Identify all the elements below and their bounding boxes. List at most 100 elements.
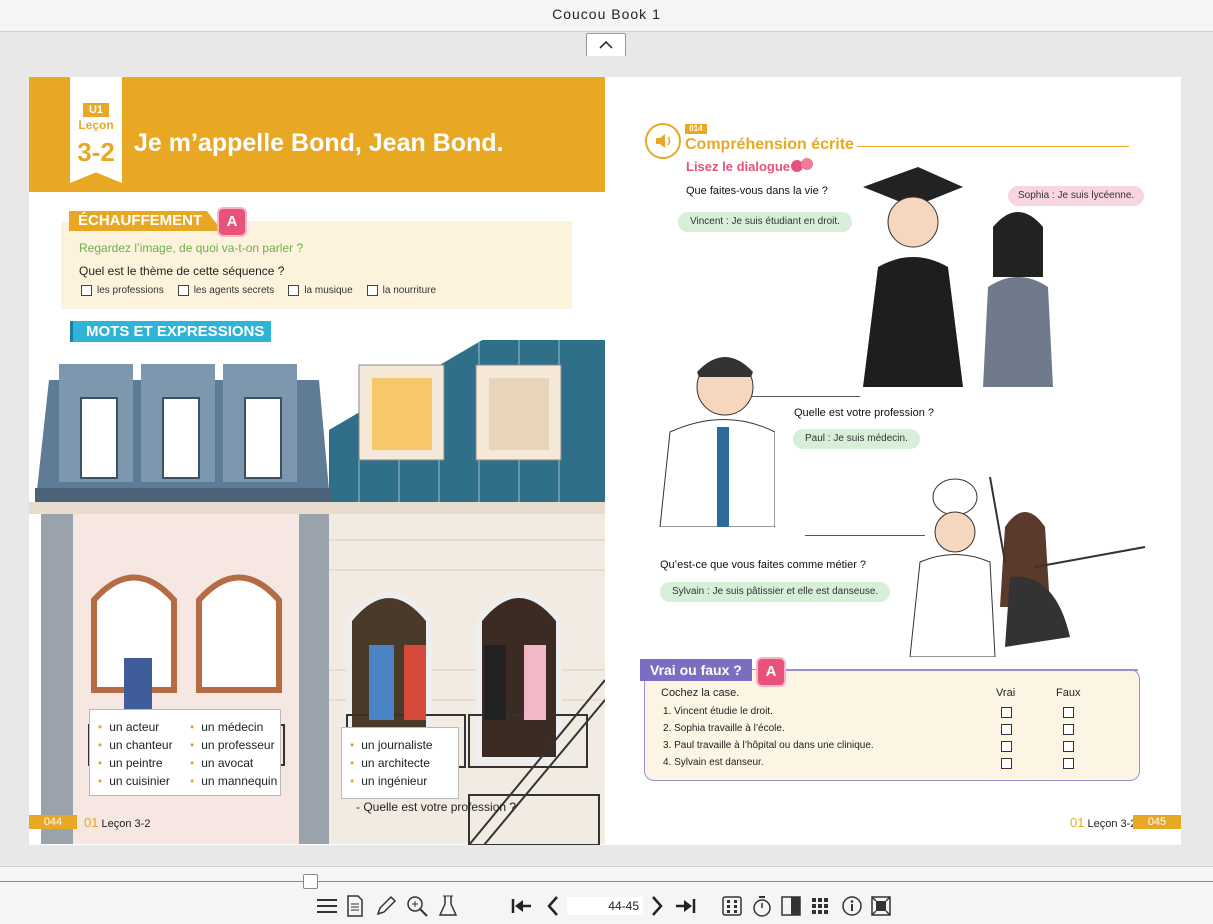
- faux-checkbox[interactable]: [1063, 724, 1074, 735]
- lesson-ribbon: U1 Leçon 3-2: [70, 77, 122, 183]
- dual-page-button[interactable]: [719, 893, 745, 919]
- vrai-checkbox[interactable]: [1001, 741, 1012, 752]
- vof-item: 3. Paul travaille à l’hôpital ou dans un…: [663, 740, 874, 751]
- dialogue-question: Quelle est votre profession ?: [794, 407, 935, 419]
- chevron-up-icon: [599, 40, 613, 49]
- timer-icon: [753, 896, 771, 917]
- prev-page-button[interactable]: [540, 893, 566, 919]
- pencil-button[interactable]: [373, 893, 399, 919]
- footer-lesson-left: 01 Leçon 3-2: [84, 815, 151, 830]
- vof-rule: [781, 669, 1138, 671]
- warmup-options: les professions les agents secrets la mu…: [81, 285, 436, 296]
- fullscreen-button[interactable]: [868, 893, 894, 919]
- speaker-icon: [656, 134, 671, 148]
- vocab-item: un médecin: [190, 718, 277, 736]
- first-page-icon: [511, 899, 531, 913]
- page-slider-thumb[interactable]: [303, 874, 318, 889]
- menu-button[interactable]: [314, 893, 340, 919]
- info-button[interactable]: [839, 893, 865, 919]
- info-icon: [842, 896, 862, 916]
- lesson-number: 3-2: [77, 137, 115, 167]
- menu-icon: [317, 899, 337, 913]
- vocab-item: un architecte: [350, 754, 433, 772]
- dual-page-icon: [722, 896, 742, 916]
- last-page-icon: [676, 899, 696, 913]
- page-number-field[interactable]: 44-45: [567, 897, 643, 915]
- fullscreen-icon: [871, 896, 891, 916]
- first-page-button[interactable]: [508, 893, 534, 919]
- checkbox[interactable]: [288, 285, 300, 296]
- chef-dancer-illustration: [909, 477, 1146, 657]
- vrai-ou-faux-tag: Vrai ou faux ?: [640, 659, 752, 681]
- vof-item: 2. Sophia travaille à l’école.: [663, 723, 785, 734]
- bottom-toolbar: 44-45: [0, 866, 1213, 924]
- vocab-item: un chanteur: [98, 736, 172, 754]
- mots-tag: MOTS ET EXPRESSIONS: [70, 321, 272, 342]
- speech-bubbles-icon: [791, 158, 813, 172]
- checkbox[interactable]: [177, 285, 189, 296]
- warmup-question-2: Quel est le thème de cette séquence ?: [79, 264, 285, 278]
- warmup-badge: A: [217, 207, 247, 237]
- title-rule: [857, 146, 1129, 147]
- vof-col-vrai: Vrai: [996, 687, 1016, 699]
- warmup-option[interactable]: la nourriture: [366, 285, 436, 296]
- vocab-item: un cuisinier: [98, 772, 173, 790]
- section-subtitle: Lisez le dialogue: [686, 159, 791, 174]
- faux-checkbox[interactable]: [1063, 758, 1074, 769]
- grid-button[interactable]: [807, 893, 833, 919]
- warmup-option[interactable]: les professions: [81, 285, 164, 296]
- window-title-bar: Coucou Book 1: [0, 0, 1213, 32]
- footer-lesson-right: 01 Leçon 3-2: [1070, 815, 1137, 830]
- document-button[interactable]: [342, 893, 368, 919]
- vocab-item: un mannequin: [190, 772, 277, 790]
- lecon-label: Leçon: [78, 118, 114, 132]
- vocab-box-1: un acteur un chanteur un peintre un cuis…: [89, 709, 281, 796]
- vocab-item: un journaliste: [350, 736, 432, 754]
- warmup-tag: ÉCHAUFFEMENT: [69, 211, 223, 231]
- grid-icon: [812, 898, 828, 914]
- dialogue-answer: Paul : Je suis médecin.: [793, 429, 920, 449]
- section-title: Compréhension écrite: [685, 136, 854, 153]
- collapse-header-button[interactable]: [586, 33, 626, 57]
- unit-label: U1: [83, 103, 109, 117]
- zoom-in-button[interactable]: [404, 893, 430, 919]
- flask-icon: [439, 895, 457, 916]
- dialogue-question: Qu’est-ce que vous faites comme métier ?: [660, 559, 867, 571]
- vof-item: 1. Vincent étudie le droit.: [663, 706, 773, 717]
- vocab-item: un ingénieur: [350, 772, 433, 790]
- prev-page-icon: [547, 896, 558, 916]
- vrai-checkbox[interactable]: [1001, 758, 1012, 769]
- next-page-button[interactable]: [644, 893, 670, 919]
- flask-button[interactable]: [435, 893, 461, 919]
- vrai-checkbox[interactable]: [1001, 707, 1012, 718]
- faux-checkbox[interactable]: [1063, 707, 1074, 718]
- vocab-item: un peintre: [98, 754, 173, 772]
- single-page-button[interactable]: [778, 893, 804, 919]
- zoom-in-icon: [407, 896, 428, 917]
- doctor-illustration: [659, 357, 775, 527]
- warmup-option[interactable]: la musique: [288, 285, 353, 296]
- page-slider-track[interactable]: [0, 881, 1213, 882]
- dialogue-answer: Sylvain : Je suis pâtissier et elle est …: [660, 582, 891, 602]
- vof-col-faux: Faux: [1056, 687, 1081, 699]
- profession-question: - Quelle est votre profession ?: [356, 800, 517, 814]
- left-page: U1 Leçon 3-2 Je m’appelle Bond, Jean Bon…: [29, 77, 605, 845]
- pencil-icon: [376, 895, 397, 916]
- vrai-checkbox[interactable]: [1001, 724, 1012, 735]
- student-illustration: [863, 167, 1053, 387]
- warmup-option[interactable]: les agents secrets: [177, 285, 274, 296]
- right-page: 014 Compréhension écrite Lisez le dialog…: [605, 77, 1181, 845]
- vocab-item: un avocat: [190, 754, 277, 772]
- checkbox[interactable]: [366, 285, 378, 296]
- checkbox[interactable]: [81, 285, 92, 296]
- page-number-left: 044: [29, 815, 77, 829]
- last-page-button[interactable]: [673, 893, 699, 919]
- single-page-icon: [781, 896, 801, 916]
- timer-button[interactable]: [749, 893, 775, 919]
- vof-instruction: Cochez la case.: [661, 687, 740, 699]
- vocab-list-col-2: un médecin un professeur un avocat un ma…: [190, 718, 277, 790]
- audio-button[interactable]: [645, 123, 681, 159]
- faux-checkbox[interactable]: [1063, 741, 1074, 752]
- page-number-right: 045: [1133, 815, 1181, 829]
- vocab-box-2: un journaliste un architecte un ingénieu…: [341, 727, 459, 799]
